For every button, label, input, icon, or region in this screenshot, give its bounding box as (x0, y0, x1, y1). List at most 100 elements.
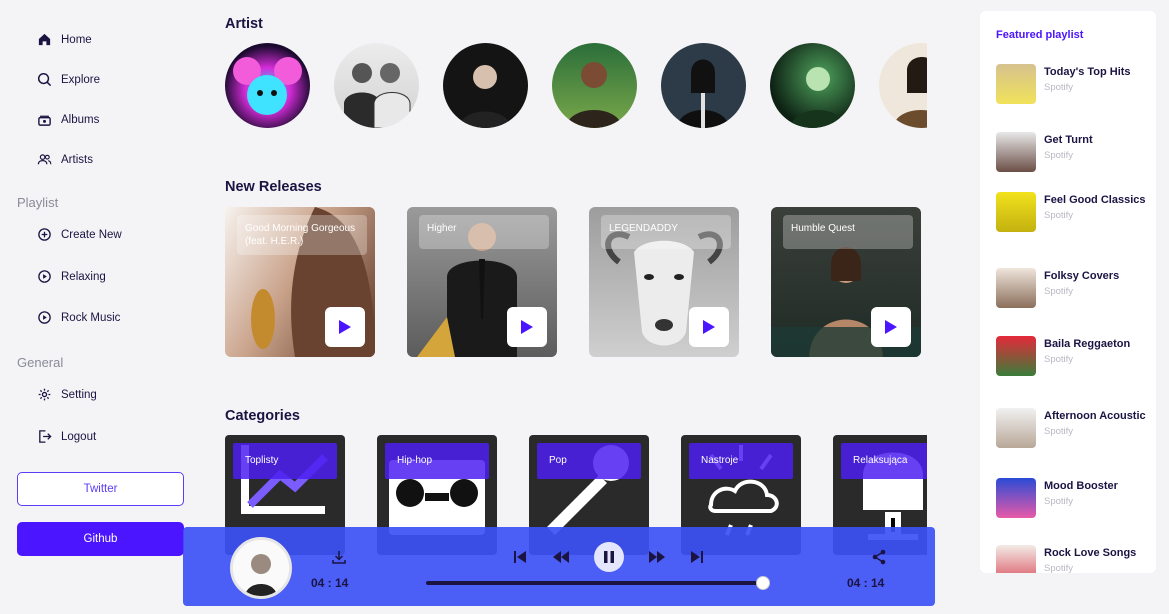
artist-avatar[interactable] (770, 43, 855, 128)
playlist-item[interactable]: Rock Love Songs Spotify (996, 545, 1146, 573)
release-title: LEGENDADDY (601, 215, 731, 249)
pause-button[interactable] (594, 542, 624, 572)
artist-avatar[interactable] (661, 43, 746, 128)
playlist-name: Folksy Covers (1044, 270, 1120, 282)
time-elapsed: 04 : 14 (311, 576, 349, 590)
fast-forward-button[interactable] (647, 549, 667, 565)
release-title: Higher (419, 215, 549, 249)
category-label: Nastroje (689, 443, 793, 479)
artist-avatar[interactable] (552, 43, 637, 128)
playlist-name: Afternoon Acoustic (1044, 410, 1146, 422)
featured-playlist-panel: Featured playlist Today's Top Hits Spotif… (980, 11, 1156, 573)
progress-knob[interactable] (756, 576, 770, 590)
playlist-source: Spotify (1044, 209, 1074, 221)
twitter-button[interactable]: Twitter (17, 472, 184, 506)
sidebar: Home Explore Albums Artists Playlist Cre… (0, 0, 200, 614)
category-label: Relaksująca (841, 443, 927, 479)
artist-carousel (225, 43, 927, 129)
nav-setting-label: Setting (61, 388, 97, 401)
github-button[interactable]: Github (17, 522, 184, 556)
playlist-thumbnail (996, 545, 1036, 573)
artist-avatar[interactable] (879, 43, 927, 128)
gear-icon (38, 388, 51, 401)
playlist-name: Today's Top Hits (1044, 66, 1131, 78)
release-card[interactable]: Humble Quest (771, 207, 921, 357)
play-button[interactable] (507, 307, 547, 347)
nav-relaxing[interactable]: Relaxing (37, 269, 106, 284)
playlist-source: Spotify (1044, 495, 1074, 507)
playlist-thumbnail (996, 268, 1036, 308)
playlist-item[interactable]: Feel Good Classics Spotify (996, 192, 1146, 232)
play-icon (885, 320, 897, 334)
artist-avatar[interactable] (443, 43, 528, 128)
nav-home-label: Home (61, 33, 92, 46)
release-card[interactable]: LEGENDADDY (589, 207, 739, 357)
nav-rock-music-label: Rock Music (61, 311, 121, 324)
playlist-thumbnail (996, 132, 1036, 172)
new-releases-list: Good Morning Gorgeous (feat. H.E.R.) Hig… (225, 207, 927, 357)
play-circle-icon (38, 270, 51, 283)
playlist-item[interactable]: Today's Top Hits Spotify (996, 64, 1146, 104)
playlist-name: Baila Reggaeton (1044, 338, 1131, 350)
playlist-thumbnail (996, 408, 1036, 448)
play-button[interactable] (325, 307, 365, 347)
search-icon (37, 72, 52, 87)
artist-avatar[interactable] (225, 43, 310, 128)
general-section-title: General (17, 355, 64, 370)
nav-home[interactable]: Home (37, 32, 92, 47)
playlist-source: Spotify (1044, 285, 1074, 297)
artists-icon (37, 154, 52, 165)
play-button[interactable] (871, 307, 911, 347)
artist-avatar[interactable] (334, 43, 419, 128)
playlist-item[interactable]: Get Turnt Spotify (996, 132, 1146, 172)
nav-setting[interactable]: Setting (37, 387, 97, 402)
playlist-name: Feel Good Classics (1044, 194, 1146, 206)
nav-albums[interactable]: Albums (37, 112, 99, 127)
play-button[interactable] (689, 307, 729, 347)
nav-logout[interactable]: Logout (37, 429, 96, 444)
playlist-source: Spotify (1044, 353, 1074, 365)
release-title: Humble Quest (783, 215, 913, 249)
categories-heading: Categories (225, 408, 300, 424)
nav-create-new[interactable]: Create New (37, 227, 122, 242)
playlist-thumbnail (996, 336, 1036, 376)
nav-explore-label: Explore (61, 73, 100, 86)
playlist-item[interactable]: Folksy Covers Spotify (996, 268, 1146, 308)
playlist-section-title: Playlist (17, 195, 59, 210)
download-button[interactable] (330, 548, 348, 566)
artist-heading: Artist (225, 16, 263, 32)
now-playing-cover (230, 537, 292, 599)
nav-artists-label: Artists (61, 153, 93, 166)
fast-forward-icon (649, 551, 665, 563)
nav-relaxing-label: Relaxing (61, 270, 106, 283)
playlist-name: Get Turnt (1044, 134, 1093, 146)
nav-rock-music[interactable]: Rock Music (37, 310, 120, 325)
playlist-name: Mood Booster (1044, 480, 1118, 492)
rewind-button[interactable] (551, 549, 571, 565)
category-label: Hip-hop (385, 443, 489, 479)
playlist-item[interactable]: Mood Booster Spotify (996, 478, 1146, 518)
category-label: Pop (537, 443, 641, 479)
share-icon (872, 549, 886, 565)
play-circle-icon (38, 311, 51, 324)
release-card[interactable]: Higher (407, 207, 557, 357)
play-icon (521, 320, 533, 334)
featured-playlist-title: Featured playlist (996, 29, 1084, 41)
skip-previous-icon (514, 551, 526, 563)
playlist-thumbnail (996, 192, 1036, 232)
skip-previous-button[interactable] (512, 549, 528, 565)
release-card[interactable]: Good Morning Gorgeous (feat. H.E.R.) (225, 207, 375, 357)
progress-bar[interactable] (426, 576, 770, 590)
download-icon (332, 551, 346, 564)
album-icon (38, 115, 51, 126)
playlist-item[interactable]: Baila Reggaeton Spotify (996, 336, 1146, 376)
share-button[interactable] (870, 548, 888, 566)
nav-create-new-label: Create New (61, 228, 122, 241)
nav-explore[interactable]: Explore (37, 72, 100, 87)
main-content: Artist New Releases Good Morning Gorgeou… (225, 0, 927, 614)
playlist-item[interactable]: Afternoon Acoustic Spotify (996, 408, 1146, 448)
rewind-icon (553, 551, 569, 563)
playlist-source: Spotify (1044, 425, 1074, 437)
skip-next-button[interactable] (689, 549, 705, 565)
nav-artists[interactable]: Artists (37, 152, 93, 167)
